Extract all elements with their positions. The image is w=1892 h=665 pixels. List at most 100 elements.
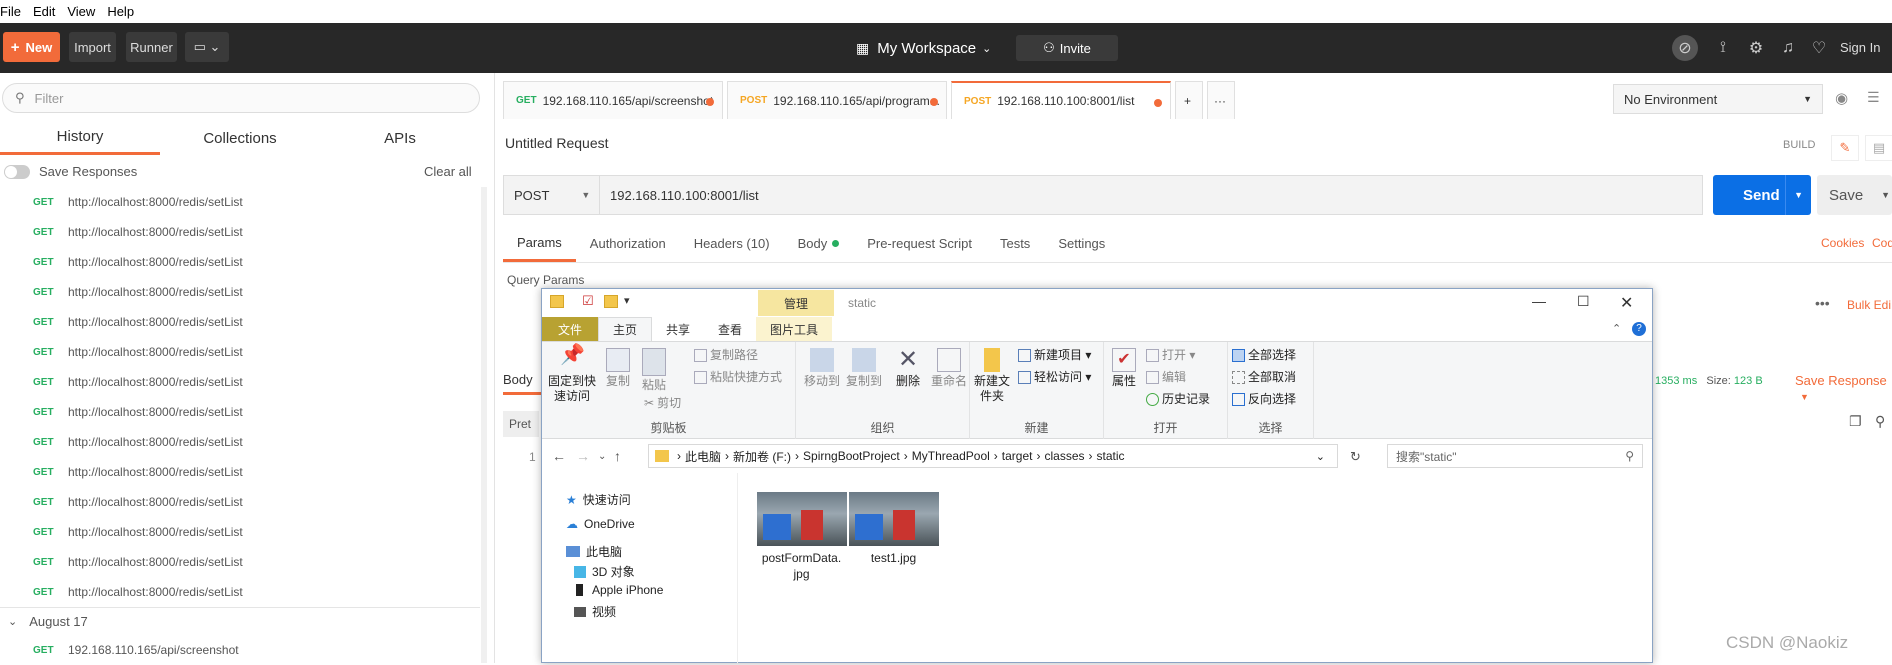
history-item[interactable]: GET http://localhost:8000/redis/setList [0,247,480,277]
tab-tests[interactable]: Tests [986,225,1044,262]
cut-button[interactable]: ✂ 剪切 [644,396,681,411]
path-segment[interactable]: SpirngBootProject [803,449,900,463]
response-body-tab[interactable]: Body [503,367,543,395]
ribbon-tab-share[interactable]: 共享 [652,317,704,341]
pin-quick-access-button[interactable]: 📌 固定到快速访问 [546,345,598,404]
paste-button[interactable]: 粘贴 [638,348,670,393]
history-item[interactable]: GET 192.168.110.165/api/screenshot [0,635,480,665]
tab-pre-request-script[interactable]: Pre-request Script [853,225,986,262]
tree-item-quick-access[interactable]: ★ 快速访问 [566,491,631,508]
add-tab-button[interactable]: + [1175,81,1203,119]
menu-help[interactable]: Help [101,4,140,19]
history-item[interactable]: GET http://localhost:8000/redis/setList [0,337,480,367]
menu-file[interactable]: File [0,4,27,19]
paste-shortcut-button[interactable]: 粘贴快捷方式 [694,370,782,385]
new-window-button[interactable]: ▭ ⌄ [185,32,229,62]
new-button[interactable]: + New [3,32,60,62]
path-segment[interactable]: MyThreadPool [912,449,990,463]
edit-button[interactable]: 编辑 [1146,370,1186,385]
more-tabs-button[interactable]: ··· [1207,81,1235,119]
copy-button[interactable]: 复制 [602,348,634,389]
address-path[interactable]: › 此电脑 › 新加卷 (F:) › SpirngBootProject › MyTh… [648,444,1338,468]
history-item[interactable]: GET http://localhost:8000/redis/setList [0,367,480,397]
tab-apis[interactable]: APIs [320,121,480,155]
invite-button[interactable]: ⚇ Invite [1016,35,1118,61]
satellite-icon[interactable]: ⟟ [1712,37,1734,59]
tab-headers[interactable]: Headers (10) [680,225,784,262]
history-item[interactable]: GET http://localhost:8000/redis/setList [0,457,480,487]
history-item[interactable]: GET http://localhost:8000/redis/setList [0,547,480,577]
tab-history[interactable]: History [0,121,160,155]
ribbon-tab-file[interactable]: 文件 [542,317,598,341]
menu-view[interactable]: View [61,4,101,19]
path-segment[interactable]: 新加卷 (F:) [733,448,791,465]
properties-button[interactable]: ✔ 属性 [1108,348,1140,389]
tree-item-3d-objects[interactable]: 3D 对象 [574,563,635,580]
minimize-icon[interactable]: — [1532,293,1546,309]
chevron-down-icon[interactable]: ⌄ [1316,450,1325,463]
ribbon-tab-view[interactable]: 查看 [704,317,756,341]
history-item[interactable]: GET http://localhost:8000/redis/setList [0,217,480,247]
filter-input[interactable]: ⚲ Filter [2,83,480,113]
request-tab-active[interactable]: POST 192.168.110.100:8001/list [951,81,1171,119]
delete-button[interactable]: ✕ 删除 [892,348,924,389]
search-icon[interactable]: ⚲ [1875,413,1885,430]
recent-chevron-icon[interactable]: ⌄ [598,451,606,462]
ellipsis-icon[interactable]: ••• [1815,295,1830,311]
path-segment[interactable]: target [1002,449,1033,463]
forward-arrow-icon[interactable]: → [576,448,590,464]
easy-access-button[interactable]: 轻松访问 ▾ [1018,370,1091,385]
help-icon[interactable]: ? [1632,322,1646,336]
maximize-icon[interactable]: ☐ [1577,293,1590,310]
doc-icon[interactable]: ▤ [1865,135,1892,161]
tree-item-apple-iphone[interactable]: Apple iPhone [574,583,663,597]
url-input[interactable]: 192.168.110.100:8001/list [600,188,759,203]
method-select[interactable]: POST ▼ [504,175,600,215]
tab-collections[interactable]: Collections [160,121,320,155]
tree-item-onedrive[interactable]: ☁ OneDrive [566,517,635,531]
path-segment[interactable]: classes [1044,449,1084,463]
history-item[interactable]: GET http://localhost:8000/redis/setList [0,307,480,337]
history-group-header[interactable]: ⌄ August 17 [0,607,480,635]
settings-icon[interactable]: ⚙ [1745,37,1767,59]
request-tab[interactable]: GET 192.168.110.165/api/screenshot [503,81,723,119]
tree-item-videos[interactable]: 视频 [574,603,616,620]
back-arrow-icon[interactable]: ← [552,448,566,464]
history-item[interactable]: GET http://localhost:8000/redis/setList [0,427,480,457]
request-tab[interactable]: POST 192.168.110.165/api/program... [727,81,947,119]
new-item-button[interactable]: 新建项目 ▾ [1018,348,1091,363]
chevron-up-icon[interactable]: ⌃ [1612,322,1621,335]
sign-in-button[interactable]: Sign In [1840,40,1880,55]
manage-context-tab[interactable]: 管理 [758,290,834,316]
path-segment[interactable]: static [1097,449,1125,463]
open-button[interactable]: 打开 ▾ [1146,348,1195,363]
up-arrow-icon[interactable]: ↑ [614,448,621,464]
refresh-icon[interactable]: ↻ [1350,449,1361,465]
new-folder-button[interactable]: 新建文件夹 [972,348,1012,404]
menu-edit[interactable]: Edit [27,4,61,19]
sliders-icon[interactable]: ☰ [1867,89,1880,106]
tab-settings[interactable]: Settings [1044,225,1119,262]
save-response-button[interactable]: Save Response ▼ [1795,373,1892,403]
invert-selection-button[interactable]: 反向选择 [1232,392,1296,407]
file-item[interactable]: test1.jpg [846,492,941,566]
pretty-view-button[interactable]: Pret [503,411,539,437]
save-responses-toggle[interactable]: Save Responses [4,164,137,179]
environment-select[interactable]: No Environment ▼ [1613,84,1823,114]
move-to-button[interactable]: 移动到 [802,348,842,389]
send-button[interactable]: Send ▼ [1713,175,1811,215]
heart-icon[interactable]: ♡ [1808,37,1830,59]
history-item[interactable]: GET http://localhost:8000/redis/setList [0,517,480,547]
eye-icon[interactable]: ◉ [1835,89,1848,107]
rename-button[interactable]: 重命名 [930,348,968,389]
file-item[interactable]: postFormData.jpg [754,492,849,582]
copy-icon[interactable]: ❐ [1849,413,1862,430]
tab-body[interactable]: Body [784,225,854,262]
history-item[interactable]: GET http://localhost:8000/redis/setList [0,577,480,607]
history-item[interactable]: GET http://localhost:8000/redis/setList [0,487,480,517]
sidebar-scrollbar[interactable] [481,187,487,663]
import-button[interactable]: Import [69,32,116,62]
build-label[interactable]: BUILD [1783,139,1815,151]
cookies-link[interactable]: Cookies [1821,236,1864,250]
pencil-icon[interactable]: ✎ [1831,135,1859,161]
